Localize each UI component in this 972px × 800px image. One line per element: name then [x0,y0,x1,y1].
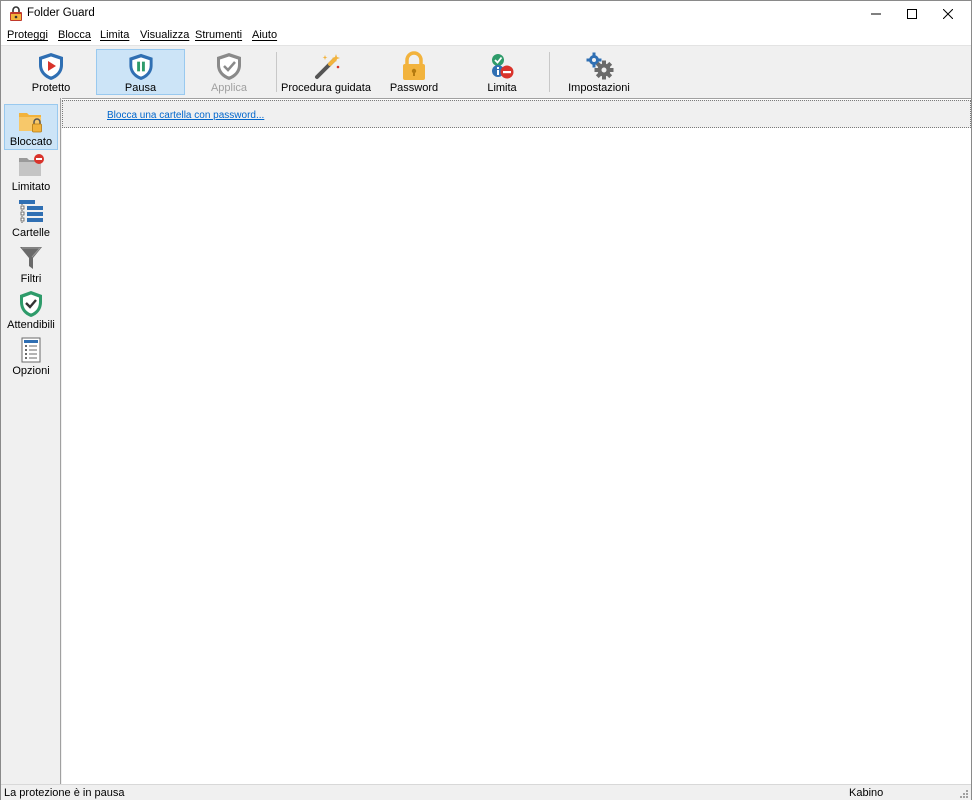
sidebar-item-attendibili[interactable]: Attendibili [4,288,58,334]
menu-blocca[interactable]: Blocca [58,29,91,41]
trusted-shield-icon [20,291,42,317]
lock-folder-link[interactable]: Blocca una cartella con password... [107,110,264,121]
limita-label: Limita [487,82,517,94]
toolbar: Protetto Pausa Applica Procedura guidata… [1,45,971,98]
applica-button[interactable]: Applica [193,49,265,95]
password-label: Password [389,82,439,94]
menu-strumenti[interactable]: Strumenti [195,29,242,41]
impostazioni-label: Impostazioni [568,82,630,94]
menu-proteggi[interactable]: Proteggi [7,29,48,41]
limit-icon [492,54,514,79]
magic-wand-icon [315,54,340,79]
sidebar-item-limitato[interactable]: Limitato [4,150,58,196]
limita-button[interactable]: Limita [467,49,537,95]
padlock-icon [403,51,425,80]
options-list-icon [21,337,41,363]
status-text: La protezione è in pausa [4,787,125,799]
impostazioni-button[interactable]: Impostazioni [561,49,637,95]
sidebar-item-label: Filtri [20,273,42,285]
sidebar-item-opzioni[interactable]: Opzioni [4,334,58,380]
window-title: Folder Guard [27,7,95,19]
menu-limita[interactable]: Limita [100,29,129,41]
maximize-icon [907,9,917,19]
info-bar: Blocca una cartella con password... [62,100,971,128]
sidebar-item-cartelle[interactable]: Cartelle [4,196,58,242]
status-user: Kabino [849,787,884,799]
folder-tree-icon [19,200,43,223]
menu-visualizza[interactable]: Visualizza [140,29,189,41]
procedura-guidata-label: Procedura guidata [281,82,371,94]
menu-bar: Proteggi Blocca Limita Visualizza Strume… [1,27,971,45]
minimize-button[interactable] [859,1,893,27]
app-logo-icon [9,6,23,22]
toolbar-separator [549,52,550,92]
shield-check-icon [217,53,241,80]
pausa-label: Pausa [124,82,157,94]
minimize-icon [871,13,881,15]
procedura-guidata-button[interactable]: Procedura guidata [281,49,371,95]
sidebar: Bloccato Limitato Cartelle Filtri Attend… [2,98,61,784]
sidebar-item-label: Attendibili [7,319,55,331]
sidebar-item-label: Opzioni [12,365,50,377]
protetto-button[interactable]: Protetto [13,49,89,95]
title-bar: Folder Guard [1,1,971,27]
close-button[interactable] [931,1,965,27]
restricted-folder-icon [19,154,44,176]
sidebar-item-label: Limitato [11,181,51,193]
main-panel: Blocca una cartella con password... [62,98,971,784]
sidebar-item-bloccato[interactable]: Bloccato [4,104,58,150]
sidebar-item-label: Cartelle [12,227,50,239]
close-icon [943,9,953,19]
app-window: Folder Guard Proteggi Blocca Limita Visu… [0,0,972,800]
filter-icon [20,247,42,269]
pausa-button[interactable]: Pausa [96,49,185,95]
menu-aiuto[interactable]: Aiuto [252,29,277,41]
sidebar-item-label: Bloccato [9,136,53,148]
sidebar-item-filtri[interactable]: Filtri [4,242,58,288]
applica-label: Applica [210,82,248,94]
protetto-label: Protetto [31,82,71,94]
resize-grip-icon[interactable] [957,787,969,799]
shield-pause-icon [128,53,153,81]
maximize-button[interactable] [895,1,929,27]
password-button[interactable]: Password [379,49,449,95]
gears-icon [586,52,614,80]
status-bar: La protezione è in pausa Kabino [1,784,971,800]
shield-play-icon [39,53,63,80]
locked-folder-icon [19,113,42,133]
toolbar-separator [276,52,277,92]
